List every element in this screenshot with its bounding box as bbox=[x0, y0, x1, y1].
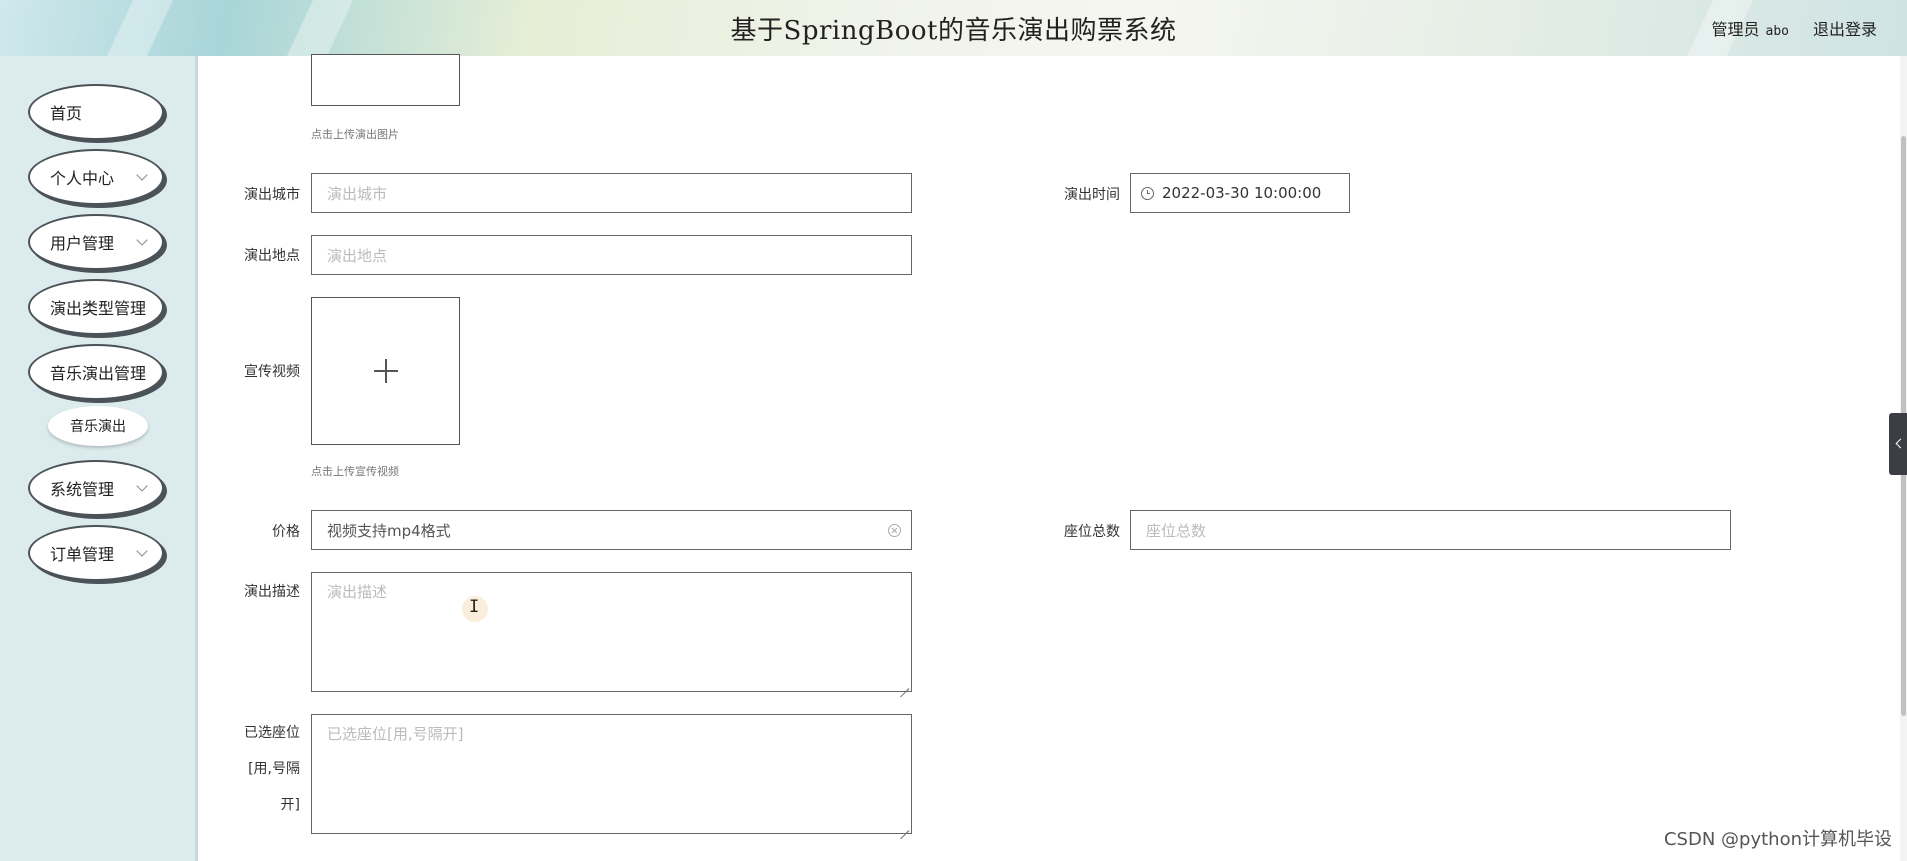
price-input[interactable]: 视频支持mp4格式 bbox=[311, 510, 912, 550]
main-form-area: 点击上传演出图片 演出城市 演出城市 演出时间 2022-03-30 10:00… bbox=[200, 54, 1907, 861]
selected-seats-textarea[interactable]: 已选座位[用,号隔开] bbox=[311, 714, 912, 834]
sidebar-item-label: 系统管理 bbox=[50, 480, 115, 499]
video-upload-box[interactable] bbox=[311, 297, 460, 445]
desc-placeholder: 演出描述 bbox=[327, 583, 388, 601]
video-label: 宣传视频 bbox=[244, 364, 300, 380]
sidebar-item-label: 音乐演出 bbox=[70, 419, 126, 435]
sidebar-item-home[interactable]: 首页 bbox=[28, 84, 164, 140]
seats-label: 座位总数 bbox=[1064, 524, 1120, 540]
image-upload-box[interactable] bbox=[311, 54, 460, 106]
clock-icon bbox=[1141, 186, 1154, 200]
city-label: 演出城市 bbox=[244, 187, 300, 203]
sidebar-item-label: 音乐演出管理 bbox=[50, 364, 147, 383]
sidebar-subitem-music-show[interactable]: 音乐演出 bbox=[48, 406, 148, 446]
venue-label: 演出地点 bbox=[244, 248, 300, 264]
city-input[interactable]: 演出城市 bbox=[311, 173, 912, 213]
time-picker[interactable]: 2022-03-30 10:00:00 bbox=[1130, 173, 1350, 213]
current-user: 管理员 abo bbox=[1711, 16, 1789, 40]
text-cursor-icon: I bbox=[469, 597, 480, 617]
sidebar-item-order-management[interactable]: 订单管理 bbox=[28, 525, 164, 581]
side-panel-toggle[interactable] bbox=[1889, 413, 1907, 475]
clear-icon[interactable] bbox=[888, 524, 901, 537]
sidebar-item-music-show-management[interactable]: 音乐演出管理 bbox=[28, 344, 164, 400]
resize-handle-icon[interactable] bbox=[899, 821, 909, 831]
sidebar-item-label: 用户管理 bbox=[50, 234, 115, 253]
resize-handle-icon[interactable] bbox=[899, 679, 909, 689]
video-upload-hint: 点击上传宣传视频 bbox=[311, 465, 399, 478]
desc-label: 演出描述 bbox=[244, 584, 300, 600]
plus-icon bbox=[373, 359, 398, 383]
time-label: 演出时间 bbox=[1064, 187, 1120, 203]
selected-seats-label-line1: 已选座位 bbox=[244, 725, 300, 741]
sidebar-item-user-management[interactable]: 用户管理 bbox=[28, 214, 164, 270]
selected-seats-placeholder: 已选座位[用,号隔开] bbox=[327, 725, 464, 743]
selected-seats-label-line2: [用,号隔 bbox=[248, 761, 300, 777]
sidebar-item-system-management[interactable]: 系统管理 bbox=[28, 460, 164, 516]
chevron-down-icon bbox=[136, 234, 148, 246]
chevron-down-icon bbox=[136, 545, 148, 557]
selected-seats-label-line3: 开] bbox=[280, 797, 300, 813]
sidebar-item-label: 演出类型管理 bbox=[50, 299, 147, 318]
city-placeholder: 演出城市 bbox=[327, 184, 388, 203]
user-name: abo bbox=[1765, 24, 1789, 39]
seats-placeholder: 座位总数 bbox=[1146, 521, 1207, 540]
desc-textarea[interactable]: 演出描述 bbox=[311, 572, 912, 692]
user-role-label: 管理员 bbox=[1711, 20, 1760, 39]
sidebar-item-personal-center[interactable]: 个人中心 bbox=[28, 149, 164, 205]
page-title: 基于SpringBoot的音乐演出购票系统 bbox=[730, 16, 1177, 46]
logout-link[interactable]: 退出登录 bbox=[1813, 16, 1877, 40]
top-header: 基于SpringBoot的音乐演出购票系统 管理员 abo 退出登录 bbox=[0, 0, 1907, 56]
seats-input[interactable]: 座位总数 bbox=[1130, 510, 1731, 550]
venue-input[interactable]: 演出地点 bbox=[311, 235, 912, 275]
header-user-area: 管理员 abo 退出登录 bbox=[1711, 16, 1877, 40]
chevron-left-icon bbox=[1895, 438, 1906, 449]
sidebar-item-label: 个人中心 bbox=[50, 169, 115, 188]
time-value: 2022-03-30 10:00:00 bbox=[1162, 184, 1322, 202]
sidebar-item-show-type-management[interactable]: 演出类型管理 bbox=[28, 279, 164, 335]
venue-placeholder: 演出地点 bbox=[327, 246, 388, 265]
sidebar-item-label: 订单管理 bbox=[50, 545, 115, 564]
sidebar-item-label: 首页 bbox=[50, 104, 83, 123]
chevron-down-icon bbox=[136, 169, 148, 181]
image-upload-hint: 点击上传演出图片 bbox=[311, 128, 399, 141]
chevron-down-icon bbox=[136, 480, 148, 492]
sidebar: 首页 个人中心 用户管理 演出类型管理 音乐演出管理 音乐演出 系统管理 订单管… bbox=[0, 56, 198, 861]
watermark: CSDN @python计算机毕设 bbox=[1663, 829, 1892, 850]
price-value: 视频支持mp4格式 bbox=[327, 521, 451, 540]
price-label: 价格 bbox=[272, 524, 300, 540]
